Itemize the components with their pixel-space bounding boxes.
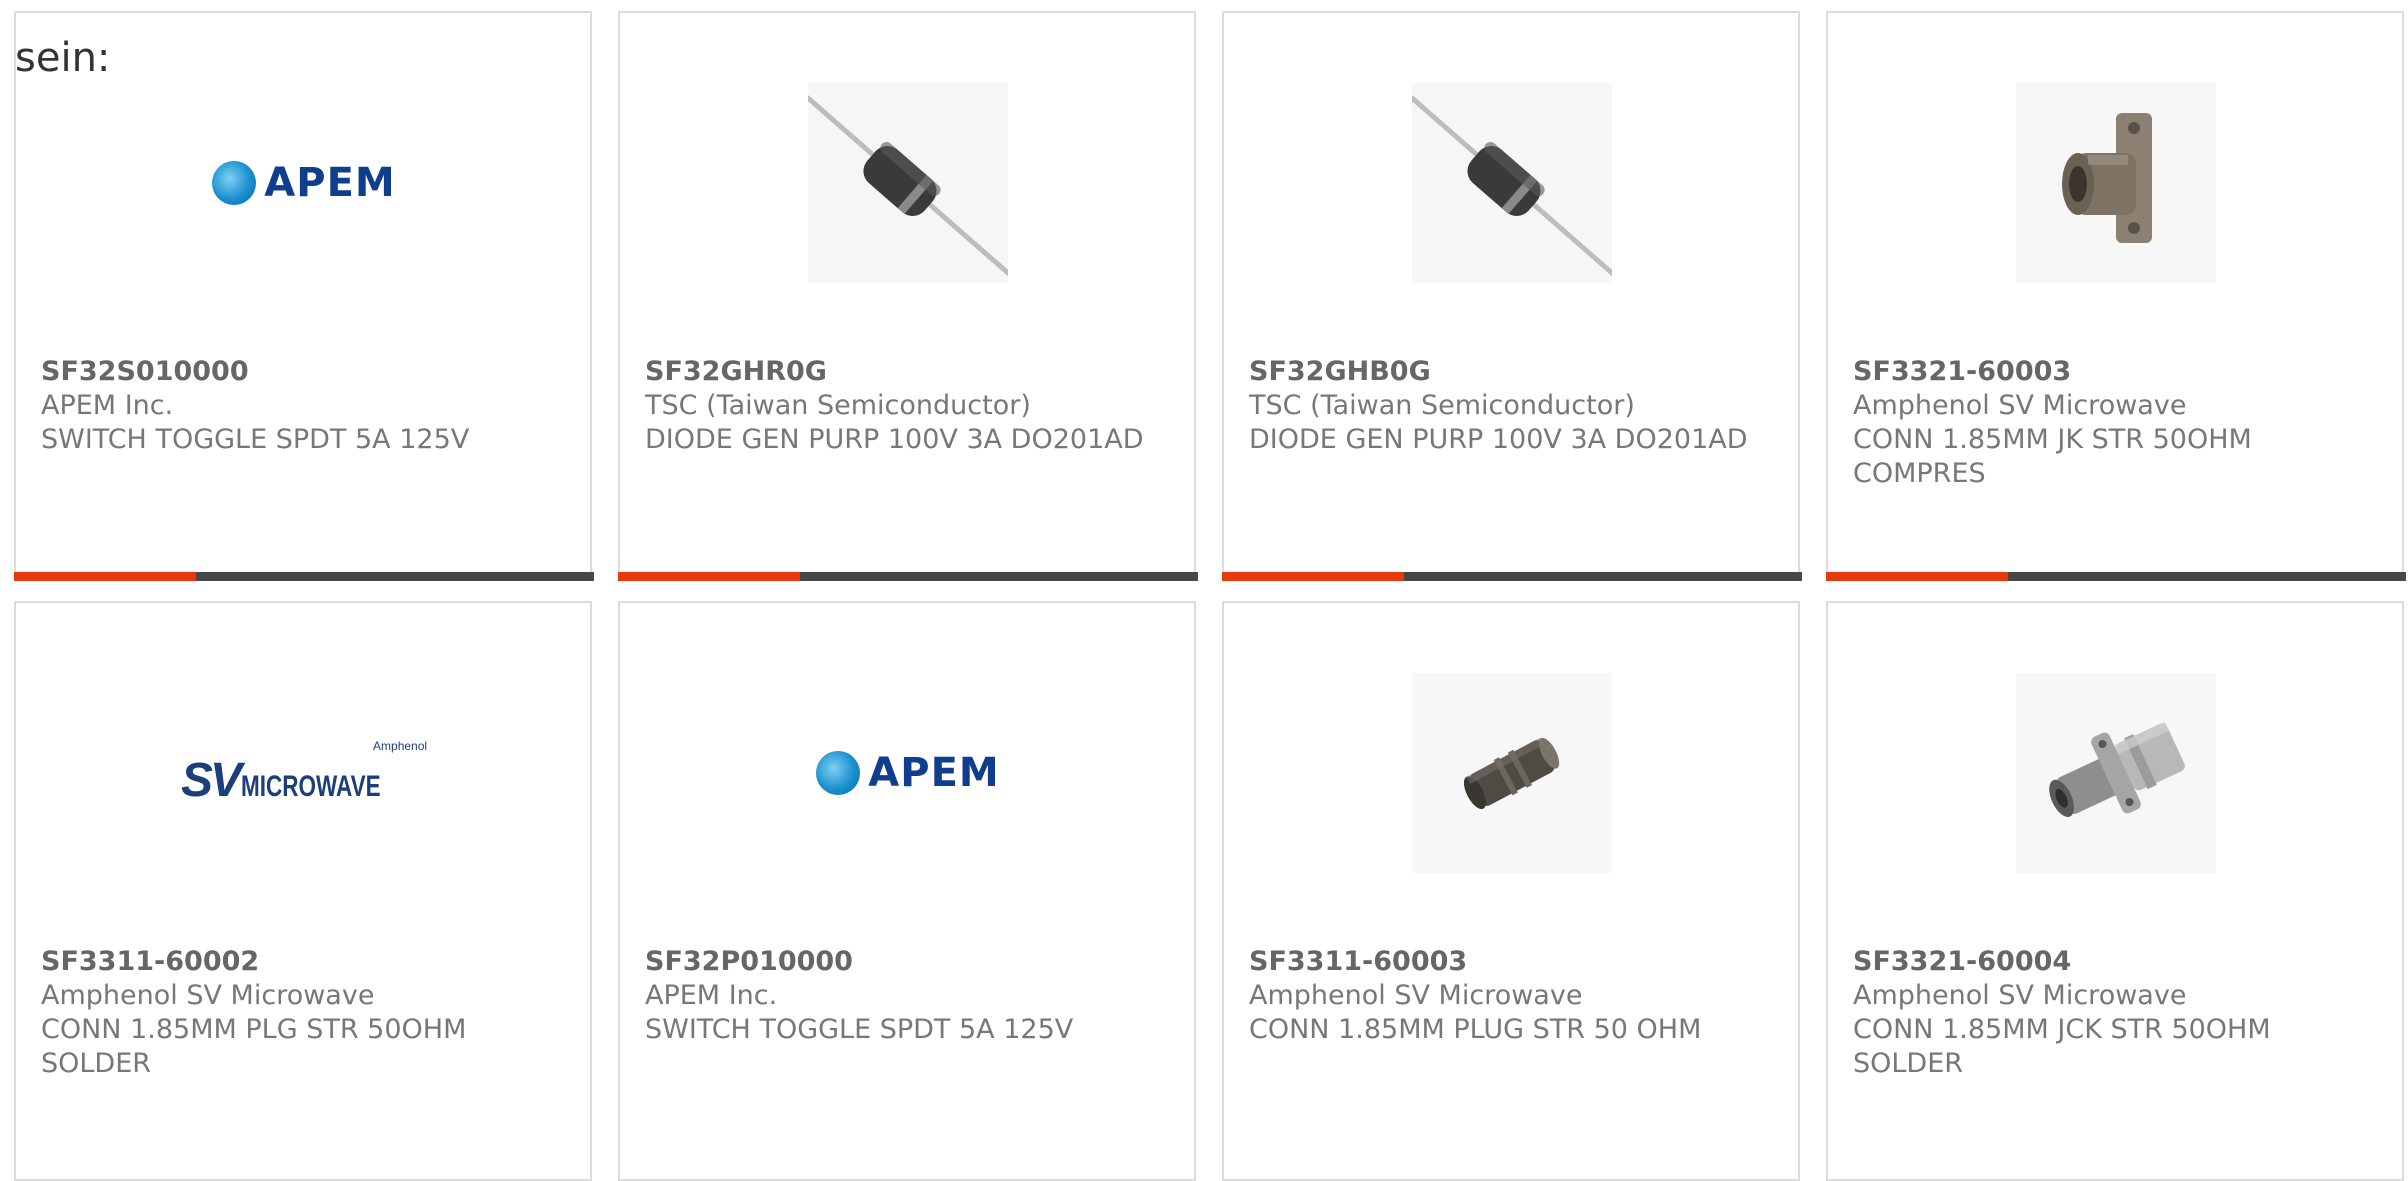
card-bar-accent bbox=[1222, 572, 1404, 581]
manufacturer: Amphenol SV Microwave bbox=[1853, 390, 2187, 421]
apem-globe-icon bbox=[816, 751, 861, 795]
card-bar bbox=[1826, 572, 2406, 581]
part-number[interactable]: SF32S010000 bbox=[41, 355, 561, 389]
product-card[interactable]: APEM SF32S010000 APEM Inc. SWITCH TOGGLE… bbox=[14, 11, 594, 581]
product-grid: APEM SF32S010000 APEM Inc. SWITCH TOGGLE… bbox=[0, 0, 2408, 1181]
description: CONN 1.85MM JK STR 50OHM COMPRES bbox=[1853, 424, 2252, 489]
card-bar-accent bbox=[14, 572, 196, 581]
manufacturer: Amphenol SV Microwave bbox=[41, 980, 375, 1011]
part-number[interactable]: SF3311-60003 bbox=[1249, 945, 1769, 979]
part-number[interactable]: SF32GHR0G bbox=[645, 355, 1165, 389]
description: CONN 1.85MM PLUG STR 50 OHM bbox=[1249, 1014, 1702, 1045]
manufacturer: APEM Inc. bbox=[41, 390, 174, 421]
card-bar-accent bbox=[618, 572, 800, 581]
manufacturer: APEM Inc. bbox=[645, 980, 778, 1011]
manufacturer: TSC (Taiwan Semiconductor) bbox=[1249, 390, 1635, 421]
sv-logo-brand-word: MICROWAVE bbox=[240, 769, 381, 803]
product-image-apem-logo: APEM bbox=[808, 673, 1008, 873]
flange-jack-connector-icon bbox=[2016, 83, 2216, 283]
description: CONN 1.85MM JCK STR 50OHM SOLDER bbox=[1853, 1014, 2271, 1079]
plug-connector-icon bbox=[1412, 673, 1612, 873]
card-bar bbox=[14, 572, 594, 581]
card-bar bbox=[618, 572, 1198, 581]
description: SWITCH TOGGLE SPDT 5A 125V bbox=[41, 424, 470, 455]
description: DIODE GEN PURP 100V 3A DO201AD bbox=[645, 424, 1144, 455]
intro-text: sein: bbox=[15, 35, 111, 81]
manufacturer: Amphenol SV Microwave bbox=[1249, 980, 1583, 1011]
part-number[interactable]: SF32P010000 bbox=[645, 945, 1165, 979]
sv-logo-brand-small: Amphenol bbox=[373, 738, 428, 753]
product-image-apem-logo: APEM bbox=[204, 83, 404, 283]
product-card[interactable]: APEM SF32P010000 APEM Inc. SWITCH TOGGLE… bbox=[618, 601, 1196, 1181]
bulkhead-jack-connector-icon bbox=[2016, 673, 2216, 873]
product-image-bulkhead-jack-connector bbox=[2016, 673, 2216, 873]
part-number[interactable]: SF3321-60003 bbox=[1853, 355, 2373, 389]
axial-diode-icon bbox=[808, 83, 1008, 283]
apem-wordmark: APEM bbox=[264, 160, 396, 206]
description: SWITCH TOGGLE SPDT 5A 125V bbox=[645, 1014, 1074, 1045]
product-card[interactable]: SF32GHB0G TSC (Taiwan Semiconductor) DIO… bbox=[1222, 11, 1802, 581]
product-image-axial-diode bbox=[808, 83, 1008, 283]
product-card[interactable]: SF32GHR0G TSC (Taiwan Semiconductor) DIO… bbox=[618, 11, 1198, 581]
apem-globe-icon bbox=[212, 161, 257, 205]
product-card[interactable]: SF3321-60003 Amphenol SV Microwave CONN … bbox=[1826, 11, 2406, 581]
product-image-axial-diode bbox=[1412, 83, 1612, 283]
manufacturer: TSC (Taiwan Semiconductor) bbox=[645, 390, 1031, 421]
card-bar-accent bbox=[1826, 572, 2008, 581]
product-card[interactable]: SF3321-60004 Amphenol SV Microwave CONN … bbox=[1826, 601, 2404, 1181]
card-bar bbox=[1222, 572, 1802, 581]
product-image-flange-jack-connector bbox=[2016, 83, 2216, 283]
sv-logo-brand-big: SV bbox=[180, 753, 242, 807]
product-image-plug-connector bbox=[1412, 673, 1612, 873]
product-card[interactable]: SF3311-60003 Amphenol SV Microwave CONN … bbox=[1222, 601, 1800, 1181]
axial-diode-icon bbox=[1412, 83, 1612, 283]
apem-wordmark: APEM bbox=[868, 750, 1000, 796]
description: CONN 1.85MM PLG STR 50OHM SOLDER bbox=[41, 1014, 467, 1079]
product-card[interactable]: Amphenol SV MICROWAVE SF3311-60002 Amphe… bbox=[14, 601, 592, 1181]
part-number[interactable]: SF3321-60004 bbox=[1853, 945, 2373, 979]
part-number[interactable]: SF3311-60002 bbox=[41, 945, 561, 979]
part-number[interactable]: SF32GHB0G bbox=[1249, 355, 1769, 389]
description: DIODE GEN PURP 100V 3A DO201AD bbox=[1249, 424, 1748, 455]
manufacturer: Amphenol SV Microwave bbox=[1853, 980, 2187, 1011]
product-image-sv-microwave-logo: Amphenol SV MICROWAVE bbox=[181, 673, 427, 873]
